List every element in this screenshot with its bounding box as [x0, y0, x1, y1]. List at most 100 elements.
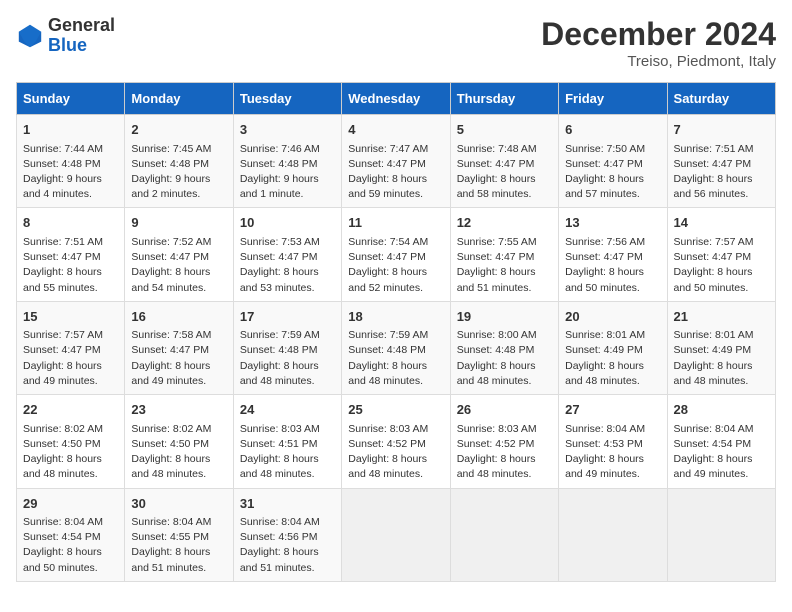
calendar-cell: 22Sunrise: 8:02 AM Sunset: 4:50 PM Dayli… [17, 395, 125, 488]
calendar-cell: 30Sunrise: 8:04 AM Sunset: 4:55 PM Dayli… [125, 488, 233, 581]
calendar-week-row: 15Sunrise: 7:57 AM Sunset: 4:47 PM Dayli… [17, 301, 776, 394]
weekday-header: Thursday [450, 83, 558, 115]
calendar-cell: 9Sunrise: 7:52 AM Sunset: 4:47 PM Daylig… [125, 208, 233, 301]
calendar-cell: 26Sunrise: 8:03 AM Sunset: 4:52 PM Dayli… [450, 395, 558, 488]
calendar-cell: 24Sunrise: 8:03 AM Sunset: 4:51 PM Dayli… [233, 395, 341, 488]
day-number: 23 [131, 400, 226, 420]
calendar-cell: 13Sunrise: 7:56 AM Sunset: 4:47 PM Dayli… [559, 208, 667, 301]
cell-content: Sunrise: 7:44 AM Sunset: 4:48 PM Dayligh… [23, 142, 118, 203]
day-number: 22 [23, 400, 118, 420]
calendar-cell [342, 488, 450, 581]
weekday-header: Wednesday [342, 83, 450, 115]
cell-content: Sunrise: 8:03 AM Sunset: 4:52 PM Dayligh… [457, 422, 552, 483]
calendar-cell: 4Sunrise: 7:47 AM Sunset: 4:47 PM Daylig… [342, 115, 450, 208]
cell-content: Sunrise: 7:45 AM Sunset: 4:48 PM Dayligh… [131, 142, 226, 203]
logo-icon [16, 22, 44, 50]
cell-content: Sunrise: 7:51 AM Sunset: 4:47 PM Dayligh… [674, 142, 769, 203]
cell-content: Sunrise: 7:57 AM Sunset: 4:47 PM Dayligh… [23, 328, 118, 389]
calendar-cell: 16Sunrise: 7:58 AM Sunset: 4:47 PM Dayli… [125, 301, 233, 394]
cell-content: Sunrise: 8:04 AM Sunset: 4:54 PM Dayligh… [674, 422, 769, 483]
day-number: 8 [23, 213, 118, 233]
day-number: 15 [23, 307, 118, 327]
cell-content: Sunrise: 8:03 AM Sunset: 4:51 PM Dayligh… [240, 422, 335, 483]
cell-content: Sunrise: 7:57 AM Sunset: 4:47 PM Dayligh… [674, 235, 769, 296]
calendar-cell: 28Sunrise: 8:04 AM Sunset: 4:54 PM Dayli… [667, 395, 775, 488]
cell-content: Sunrise: 8:01 AM Sunset: 4:49 PM Dayligh… [674, 328, 769, 389]
weekday-header-row: SundayMondayTuesdayWednesdayThursdayFrid… [17, 83, 776, 115]
page-header: General Blue December 2024 Treiso, Piedm… [16, 16, 776, 70]
cell-content: Sunrise: 8:03 AM Sunset: 4:52 PM Dayligh… [348, 422, 443, 483]
cell-content: Sunrise: 7:58 AM Sunset: 4:47 PM Dayligh… [131, 328, 226, 389]
cell-content: Sunrise: 7:46 AM Sunset: 4:48 PM Dayligh… [240, 142, 335, 203]
day-number: 11 [348, 213, 443, 233]
cell-content: Sunrise: 8:02 AM Sunset: 4:50 PM Dayligh… [131, 422, 226, 483]
cell-content: Sunrise: 7:59 AM Sunset: 4:48 PM Dayligh… [348, 328, 443, 389]
day-number: 10 [240, 213, 335, 233]
day-number: 3 [240, 120, 335, 140]
calendar-cell: 15Sunrise: 7:57 AM Sunset: 4:47 PM Dayli… [17, 301, 125, 394]
cell-content: Sunrise: 7:59 AM Sunset: 4:48 PM Dayligh… [240, 328, 335, 389]
logo-text: General Blue [48, 16, 115, 56]
calendar-cell: 29Sunrise: 8:04 AM Sunset: 4:54 PM Dayli… [17, 488, 125, 581]
calendar-cell: 25Sunrise: 8:03 AM Sunset: 4:52 PM Dayli… [342, 395, 450, 488]
calendar-cell: 21Sunrise: 8:01 AM Sunset: 4:49 PM Dayli… [667, 301, 775, 394]
cell-content: Sunrise: 8:04 AM Sunset: 4:56 PM Dayligh… [240, 515, 335, 576]
cell-content: Sunrise: 7:55 AM Sunset: 4:47 PM Dayligh… [457, 235, 552, 296]
weekday-header: Friday [559, 83, 667, 115]
calendar-table: SundayMondayTuesdayWednesdayThursdayFrid… [16, 82, 776, 582]
calendar-cell [559, 488, 667, 581]
calendar-cell: 1Sunrise: 7:44 AM Sunset: 4:48 PM Daylig… [17, 115, 125, 208]
calendar-cell: 11Sunrise: 7:54 AM Sunset: 4:47 PM Dayli… [342, 208, 450, 301]
cell-content: Sunrise: 7:48 AM Sunset: 4:47 PM Dayligh… [457, 142, 552, 203]
calendar-cell: 18Sunrise: 7:59 AM Sunset: 4:48 PM Dayli… [342, 301, 450, 394]
day-number: 1 [23, 120, 118, 140]
title-block: December 2024 Treiso, Piedmont, Italy [541, 16, 776, 70]
day-number: 16 [131, 307, 226, 327]
day-number: 9 [131, 213, 226, 233]
cell-content: Sunrise: 7:51 AM Sunset: 4:47 PM Dayligh… [23, 235, 118, 296]
day-number: 4 [348, 120, 443, 140]
day-number: 6 [565, 120, 660, 140]
calendar-cell: 5Sunrise: 7:48 AM Sunset: 4:47 PM Daylig… [450, 115, 558, 208]
calendar-week-row: 29Sunrise: 8:04 AM Sunset: 4:54 PM Dayli… [17, 488, 776, 581]
day-number: 12 [457, 213, 552, 233]
calendar-cell: 19Sunrise: 8:00 AM Sunset: 4:48 PM Dayli… [450, 301, 558, 394]
calendar-cell [667, 488, 775, 581]
calendar-cell: 27Sunrise: 8:04 AM Sunset: 4:53 PM Dayli… [559, 395, 667, 488]
cell-content: Sunrise: 7:50 AM Sunset: 4:47 PM Dayligh… [565, 142, 660, 203]
day-number: 31 [240, 494, 335, 514]
weekday-header: Tuesday [233, 83, 341, 115]
calendar-cell: 8Sunrise: 7:51 AM Sunset: 4:47 PM Daylig… [17, 208, 125, 301]
cell-content: Sunrise: 7:52 AM Sunset: 4:47 PM Dayligh… [131, 235, 226, 296]
day-number: 17 [240, 307, 335, 327]
cell-content: Sunrise: 7:54 AM Sunset: 4:47 PM Dayligh… [348, 235, 443, 296]
weekday-header: Monday [125, 83, 233, 115]
day-number: 7 [674, 120, 769, 140]
location: Treiso, Piedmont, Italy [541, 53, 776, 70]
day-number: 30 [131, 494, 226, 514]
calendar-cell: 12Sunrise: 7:55 AM Sunset: 4:47 PM Dayli… [450, 208, 558, 301]
day-number: 25 [348, 400, 443, 420]
day-number: 26 [457, 400, 552, 420]
day-number: 5 [457, 120, 552, 140]
calendar-week-row: 8Sunrise: 7:51 AM Sunset: 4:47 PM Daylig… [17, 208, 776, 301]
cell-content: Sunrise: 7:47 AM Sunset: 4:47 PM Dayligh… [348, 142, 443, 203]
day-number: 20 [565, 307, 660, 327]
calendar-cell: 17Sunrise: 7:59 AM Sunset: 4:48 PM Dayli… [233, 301, 341, 394]
day-number: 21 [674, 307, 769, 327]
day-number: 13 [565, 213, 660, 233]
cell-content: Sunrise: 8:00 AM Sunset: 4:48 PM Dayligh… [457, 328, 552, 389]
calendar-cell: 23Sunrise: 8:02 AM Sunset: 4:50 PM Dayli… [125, 395, 233, 488]
calendar-cell: 10Sunrise: 7:53 AM Sunset: 4:47 PM Dayli… [233, 208, 341, 301]
calendar-cell: 31Sunrise: 8:04 AM Sunset: 4:56 PM Dayli… [233, 488, 341, 581]
logo: General Blue [16, 16, 115, 56]
day-number: 18 [348, 307, 443, 327]
cell-content: Sunrise: 8:02 AM Sunset: 4:50 PM Dayligh… [23, 422, 118, 483]
calendar-cell: 6Sunrise: 7:50 AM Sunset: 4:47 PM Daylig… [559, 115, 667, 208]
cell-content: Sunrise: 8:04 AM Sunset: 4:53 PM Dayligh… [565, 422, 660, 483]
cell-content: Sunrise: 7:53 AM Sunset: 4:47 PM Dayligh… [240, 235, 335, 296]
calendar-cell [450, 488, 558, 581]
day-number: 24 [240, 400, 335, 420]
day-number: 28 [674, 400, 769, 420]
weekday-header: Saturday [667, 83, 775, 115]
